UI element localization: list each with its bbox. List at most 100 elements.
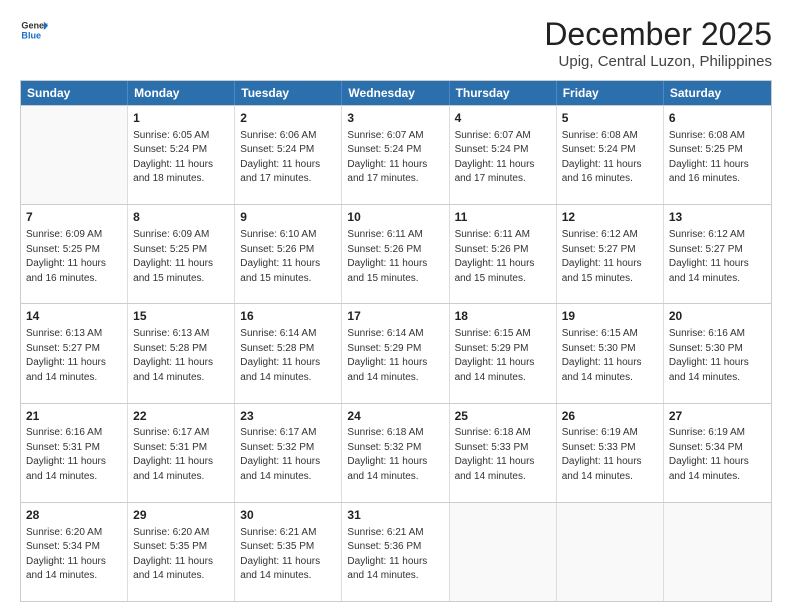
sunset-text: Sunset: 5:29 PM (347, 343, 421, 354)
day-number: 18 (455, 308, 551, 325)
cal-cell: 2Sunrise: 6:06 AMSunset: 5:24 PMDaylight… (235, 106, 342, 204)
day-number: 17 (347, 308, 443, 325)
sunset-text: Sunset: 5:32 PM (240, 442, 314, 453)
sunrise-text: Sunrise: 6:15 AM (455, 328, 531, 339)
cell-info: Sunrise: 6:18 AMSunset: 5:33 PMDaylight:… (455, 426, 551, 484)
day-number: 2 (240, 110, 336, 127)
calendar-header-wednesday: Wednesday (342, 81, 449, 105)
day-number: 3 (347, 110, 443, 127)
daylight-text: Daylight: 11 hours and 16 minutes. (26, 258, 106, 284)
cell-info: Sunrise: 6:13 AMSunset: 5:27 PMDaylight:… (26, 327, 122, 385)
cell-info: Sunrise: 6:19 AMSunset: 5:33 PMDaylight:… (562, 426, 658, 484)
cal-cell: 8Sunrise: 6:09 AMSunset: 5:25 PMDaylight… (128, 205, 235, 303)
cell-info: Sunrise: 6:09 AMSunset: 5:25 PMDaylight:… (26, 228, 122, 286)
cell-info: Sunrise: 6:11 AMSunset: 5:26 PMDaylight:… (455, 228, 551, 286)
cell-info: Sunrise: 6:08 AMSunset: 5:25 PMDaylight:… (669, 129, 766, 187)
sunrise-text: Sunrise: 6:19 AM (669, 427, 745, 438)
sunrise-text: Sunrise: 6:20 AM (133, 527, 209, 538)
cal-cell: 27Sunrise: 6:19 AMSunset: 5:34 PMDayligh… (664, 404, 771, 502)
cell-info: Sunrise: 6:06 AMSunset: 5:24 PMDaylight:… (240, 129, 336, 187)
day-number: 22 (133, 408, 229, 425)
day-number: 19 (562, 308, 658, 325)
week-row-5: 28Sunrise: 6:20 AMSunset: 5:34 PMDayligh… (21, 502, 771, 601)
cal-cell: 13Sunrise: 6:12 AMSunset: 5:27 PMDayligh… (664, 205, 771, 303)
sunset-text: Sunset: 5:27 PM (26, 343, 100, 354)
sunset-text: Sunset: 5:25 PM (26, 244, 100, 255)
cell-info: Sunrise: 6:16 AMSunset: 5:30 PMDaylight:… (669, 327, 766, 385)
day-number: 21 (26, 408, 122, 425)
sunset-text: Sunset: 5:33 PM (562, 442, 636, 453)
logo-icon: General Blue (20, 16, 48, 44)
cal-cell: 5Sunrise: 6:08 AMSunset: 5:24 PMDaylight… (557, 106, 664, 204)
sunrise-text: Sunrise: 6:07 AM (347, 130, 423, 141)
sunset-text: Sunset: 5:24 PM (347, 144, 421, 155)
sunrise-text: Sunrise: 6:05 AM (133, 130, 209, 141)
week-row-4: 21Sunrise: 6:16 AMSunset: 5:31 PMDayligh… (21, 403, 771, 502)
calendar-header-friday: Friday (557, 81, 664, 105)
daylight-text: Daylight: 11 hours and 16 minutes. (669, 159, 749, 185)
cal-cell: 10 Sunrise: 6:11 AMSunset: 5:26 PMDayligh… (342, 205, 449, 303)
daylight-text: Daylight: 11 hours and 14 minutes. (240, 357, 320, 383)
daylight-text: Daylight: 11 hours and 17 minutes. (455, 159, 535, 185)
cal-cell: 21Sunrise: 6:16 AMSunset: 5:31 PMDayligh… (21, 404, 128, 502)
cell-info: Sunrise: 6:11 AMSunset: 5:26 PMDaylight:… (347, 228, 443, 286)
sunset-text: Sunset: 5:35 PM (133, 541, 207, 552)
sunset-text: Sunset: 5:24 PM (455, 144, 529, 155)
cal-cell (557, 503, 664, 601)
sunset-text: Sunset: 5:24 PM (562, 144, 636, 155)
week-row-1: 1 Sunrise: 6:05 AM Sunset: 5:24 PM Daylight… (21, 105, 771, 204)
main-title: December 2025 (544, 16, 772, 53)
sunrise-text: Sunrise: 6:08 AM (669, 130, 745, 141)
cell-info: Sunrise: 6:17 AMSunset: 5:31 PMDaylight:… (133, 426, 229, 484)
sunrise-text: Sunrise: 6:12 AM (669, 229, 745, 240)
daylight-text: Daylight: 11 hours and 14 minutes. (26, 456, 106, 482)
cal-cell: 9Sunrise: 6:10 AMSunset: 5:26 PMDaylight… (235, 205, 342, 303)
cell-info: Sunrise: 6:19 AMSunset: 5:34 PMDaylight:… (669, 426, 766, 484)
day-number: 13 (669, 209, 766, 226)
daylight-text: Daylight: 11 hours and 14 minutes. (347, 556, 427, 582)
daylight-text: Daylight: 11 hours and 14 minutes. (669, 357, 749, 383)
day-number: 23 (240, 408, 336, 425)
day-number: 1 (133, 110, 229, 127)
sunrise-text: Sunrise: 6:10 AM (240, 229, 316, 240)
cal-cell: 4Sunrise: 6:07 AMSunset: 5:24 PMDaylight… (450, 106, 557, 204)
day-number: 11 (455, 209, 551, 226)
day-number: 10 (347, 209, 443, 226)
daylight-text: Daylight: 11 hours and 15 minutes. (347, 258, 427, 284)
sunrise-text: Sunrise: 6:17 AM (133, 427, 209, 438)
sunset-text: Sunset: 5:29 PM (455, 343, 529, 354)
page: General Blue December 2025 Upig, Central… (0, 0, 792, 612)
cell-info: Sunrise: 6:20 AMSunset: 5:35 PMDaylight:… (133, 526, 229, 584)
day-number: 25 (455, 408, 551, 425)
day-number: 7 (26, 209, 122, 226)
calendar-header-monday: Monday (128, 81, 235, 105)
cell-info: Sunrise: 6:14 AMSunset: 5:28 PMDaylight:… (240, 327, 336, 385)
daylight-text: Daylight: 11 hours and 17 minutes. (347, 159, 427, 185)
day-number: 31 (347, 507, 443, 524)
cell-info: Sunrise: 6:17 AMSunset: 5:32 PMDaylight:… (240, 426, 336, 484)
cell-info: Sunrise: 6:10 AMSunset: 5:26 PMDaylight:… (240, 228, 336, 286)
cal-cell: 7 Sunrise: 6:09 AMSunset: 5:25 PMDaylight… (21, 205, 128, 303)
cal-cell (664, 503, 771, 601)
daylight-text: Daylight: 11 hours and 14 minutes. (240, 556, 320, 582)
daylight-text: Daylight: 11 hours and 14 minutes. (455, 456, 535, 482)
day-number: 24 (347, 408, 443, 425)
calendar-header-thursday: Thursday (450, 81, 557, 105)
cell-info: Sunrise: 6:14 AMSunset: 5:29 PMDaylight:… (347, 327, 443, 385)
sunset-text: Sunset: 5:24 PM (240, 144, 314, 155)
daylight-text: Daylight: 11 hours and 15 minutes. (562, 258, 642, 284)
sunrise-text: Sunrise: 6:13 AM (133, 328, 209, 339)
cal-cell: 31Sunrise: 6:21 AMSunset: 5:36 PMDayligh… (342, 503, 449, 601)
sunset-text: Sunset: 5:27 PM (669, 244, 743, 255)
sunrise-text: Sunrise: 6:18 AM (347, 427, 423, 438)
daylight-text: Daylight: 11 hours and 18 minutes. (133, 159, 213, 185)
sunset-text: Sunset: 5:27 PM (562, 244, 636, 255)
day-number: 15 (133, 308, 229, 325)
sunrise-text: Sunrise: 6:06 AM (240, 130, 316, 141)
sunset-text: Sunset: 5:26 PM (455, 244, 529, 255)
cal-cell: 19Sunrise: 6:15 AMSunset: 5:30 PMDayligh… (557, 304, 664, 402)
sunset-text: Sunset: 5:30 PM (669, 343, 743, 354)
calendar-body: 1 Sunrise: 6:05 AM Sunset: 5:24 PM Daylight… (21, 105, 771, 601)
sunrise-text: Sunrise: 6:14 AM (347, 328, 423, 339)
sunset-text: Sunset: 5:36 PM (347, 541, 421, 552)
